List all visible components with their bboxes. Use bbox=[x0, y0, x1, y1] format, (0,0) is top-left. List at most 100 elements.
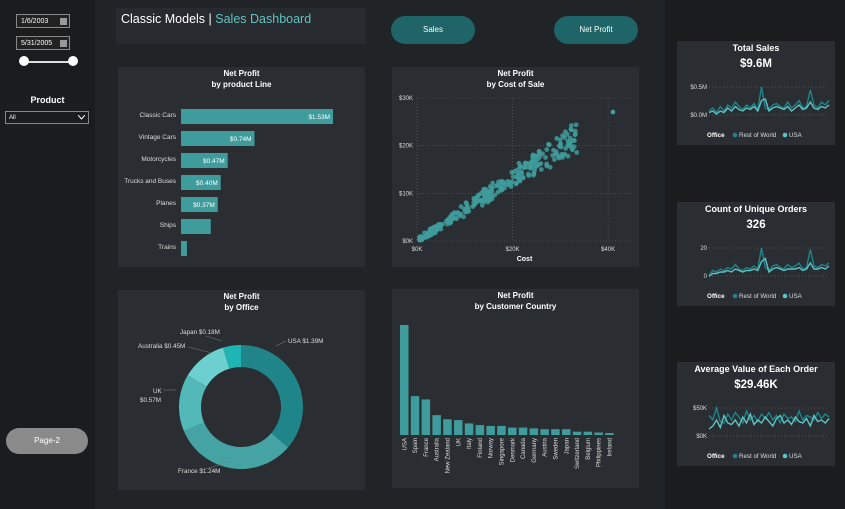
scatter-point bbox=[570, 138, 576, 143]
category-label: New Zealand bbox=[445, 438, 451, 473]
category-label: Planes bbox=[156, 200, 177, 207]
kpi-value: $9.6M bbox=[740, 58, 772, 70]
net-profit-button[interactable]: Net Profit bbox=[554, 16, 638, 44]
kpi-sparkline: $0.5M $0.0M Office Rest of World USA bbox=[690, 85, 830, 139]
product-line-bar-chart: Classic Cars $1.53M Vintage Cars $0.74M Moto… bbox=[124, 109, 333, 256]
scatter-point bbox=[508, 181, 514, 187]
product-select[interactable]: All bbox=[5, 111, 89, 124]
kpi-title: Total Sales bbox=[732, 43, 780, 53]
category-label: Motorcycles bbox=[141, 156, 176, 163]
profit-by-product-line-card: Net Profit by product Line Classic Cars $… bbox=[118, 67, 365, 267]
scatter-point bbox=[573, 122, 579, 128]
data-label: $0.40M bbox=[196, 180, 218, 187]
slider-start-handle[interactable] bbox=[19, 56, 29, 66]
date-range-slider[interactable] bbox=[24, 61, 72, 63]
sales-button[interactable]: Sales bbox=[391, 16, 475, 44]
bar bbox=[508, 427, 517, 435]
scatter-point bbox=[472, 197, 478, 203]
calendar-icon[interactable] bbox=[60, 18, 67, 25]
category-label: Australia bbox=[435, 437, 441, 461]
scatter-point bbox=[428, 226, 434, 232]
scatter-point bbox=[538, 167, 544, 172]
page-2-button[interactable]: Page-2 bbox=[6, 428, 88, 454]
x-tick-label: $20K bbox=[506, 247, 520, 253]
bar bbox=[410, 396, 420, 435]
scatter-point bbox=[552, 157, 557, 162]
y-tick-label: $30K bbox=[399, 96, 413, 102]
bar bbox=[464, 423, 474, 435]
bar bbox=[562, 429, 571, 435]
kpi-sparkline: 20 0 Office Rest of World USA bbox=[700, 246, 830, 300]
x-tick-label: $40K bbox=[601, 247, 615, 253]
y-tick-label: $0K bbox=[402, 239, 413, 245]
kpi-sparkline: $50K $0K Office Rest of World USA bbox=[693, 405, 830, 460]
legend-marker bbox=[732, 293, 738, 299]
scatter-point bbox=[531, 171, 537, 177]
kpi-value: $29.46K bbox=[734, 379, 778, 391]
category-label: Italy bbox=[467, 438, 473, 449]
category-label: UK bbox=[456, 438, 462, 446]
slice-label: Japan $0.18M bbox=[180, 329, 220, 336]
slider-end-handle[interactable] bbox=[68, 56, 78, 66]
legend-marker bbox=[782, 293, 788, 299]
scatter-point bbox=[547, 164, 553, 170]
scatter-point bbox=[476, 192, 482, 198]
y-tick-label: $50K bbox=[693, 406, 707, 412]
chart-subtitle: by product Line bbox=[211, 80, 272, 89]
bar bbox=[181, 241, 187, 256]
category-label: Japan bbox=[564, 438, 570, 454]
category-label: Ships bbox=[160, 222, 177, 229]
category-label: Sweden bbox=[553, 438, 559, 460]
category-label: France bbox=[424, 437, 430, 456]
y-tick-label: 20 bbox=[700, 246, 707, 252]
bar bbox=[572, 431, 582, 435]
kpi-total-sales: Total Sales $9.6M $0.5M $0.0M Office Rest o… bbox=[677, 41, 835, 145]
data-label: $0.37M bbox=[193, 202, 215, 209]
start-date-input[interactable]: 1/6/2003 bbox=[16, 14, 70, 28]
calendar-icon[interactable] bbox=[60, 40, 67, 47]
scatter-point bbox=[509, 169, 515, 175]
scatter-point bbox=[471, 202, 477, 208]
donut-slice bbox=[183, 422, 289, 469]
legend-marker bbox=[782, 132, 788, 138]
slice-label: Australia $0.45M bbox=[138, 343, 185, 350]
data-label: $1.53M bbox=[308, 114, 330, 121]
bar bbox=[583, 431, 593, 435]
category-label: Switzerland bbox=[575, 438, 581, 469]
legend-label: USA bbox=[789, 453, 803, 460]
y-tick-label: $20K bbox=[399, 144, 413, 150]
scatter-point bbox=[528, 159, 534, 165]
category-label: Spain bbox=[413, 438, 419, 453]
bar bbox=[518, 427, 528, 435]
x-axis-title: Cost bbox=[517, 256, 533, 263]
bar bbox=[540, 429, 549, 435]
end-date-input[interactable]: 5/31/2005 bbox=[16, 36, 70, 50]
scatter-point bbox=[568, 127, 574, 133]
slice-label: France $1.24M bbox=[178, 468, 220, 475]
scatter-point bbox=[540, 151, 545, 157]
legend-label: Rest of World bbox=[739, 132, 777, 139]
y-tick-label: $0K bbox=[696, 434, 707, 440]
scatter-point bbox=[489, 196, 495, 202]
product-select-value: All bbox=[9, 115, 16, 121]
data-label: $0.74M bbox=[230, 136, 252, 143]
category-label: Austria bbox=[543, 437, 549, 456]
chevron-down-icon bbox=[78, 115, 85, 120]
scatter-point bbox=[489, 185, 495, 191]
donut-slice bbox=[241, 345, 303, 448]
bar bbox=[529, 428, 539, 435]
legend-label: Rest of World bbox=[739, 293, 777, 300]
leader-line bbox=[205, 335, 223, 342]
scatter-point bbox=[464, 201, 469, 206]
category-label: Trucks and Buses bbox=[124, 178, 177, 185]
scatter-point bbox=[559, 151, 565, 157]
scatter-point bbox=[481, 199, 487, 205]
legend-title: Office bbox=[707, 453, 725, 460]
legend-title: Office bbox=[707, 132, 725, 139]
category-label: Trains bbox=[158, 244, 177, 251]
kpi-avg-order-value: Average Value of Each Order $29.46K $50K… bbox=[677, 362, 835, 466]
scatter-point bbox=[568, 142, 573, 148]
bar bbox=[594, 432, 603, 435]
scatter-point bbox=[514, 174, 519, 180]
scatter-point bbox=[523, 160, 528, 166]
